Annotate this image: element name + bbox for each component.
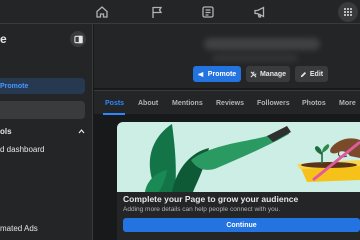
tab-about[interactable]: About [138, 91, 158, 115]
promote-button[interactable]: Promote [193, 66, 241, 82]
sidebar-page-title: e [0, 32, 7, 46]
tab-mentions[interactable]: Mentions [172, 91, 203, 115]
card-subtitle: Adding more details can help people conn… [123, 206, 281, 213]
tools-icon [250, 71, 257, 77]
promote-button-label: Promote [207, 70, 237, 78]
banner-illustration [117, 122, 360, 192]
menu-grid-icon[interactable] [338, 2, 358, 22]
redacted-page-subtitle [212, 54, 298, 62]
megaphone-icon[interactable] [253, 5, 267, 19]
home-icon[interactable] [95, 5, 109, 19]
page-header: Promote Manage Edit [94, 24, 360, 88]
left-sidebar: e Promote ols d dashboard mated Ads [0, 24, 93, 240]
pages-feed-icon[interactable] [201, 5, 215, 19]
page-tabs: Posts About Mentions Reviews Followers P… [94, 90, 360, 115]
sidebar-item-selected[interactable] [0, 101, 85, 119]
tab-more[interactable]: More [339, 91, 356, 115]
top-navigation-bar [0, 0, 360, 24]
megaphone-icon [198, 71, 204, 77]
page-main-content: Promote Manage Edit Posts About Mentions… [94, 24, 360, 240]
complete-page-card: Complete your Page to grow your audience… [117, 122, 360, 240]
active-tab-indicator [103, 113, 125, 115]
continue-button[interactable]: Continue [123, 218, 360, 232]
redacted-page-name [204, 38, 320, 50]
tab-posts[interactable]: Posts [105, 91, 124, 115]
edit-button-label: Edit [309, 70, 324, 78]
manage-button-label: Manage [259, 70, 287, 78]
tab-followers[interactable]: Followers [257, 91, 290, 115]
sidebar-item-automated-ads[interactable]: mated Ads [0, 224, 38, 233]
tab-photos[interactable]: Photos [302, 91, 326, 115]
manage-button[interactable]: Manage [246, 66, 290, 82]
continue-button-label: Continue [226, 221, 257, 229]
pencil-icon [300, 71, 306, 77]
sidebar-promote-button[interactable]: Promote [0, 78, 85, 94]
sidebar-promote-label: Promote [0, 82, 29, 90]
tab-reviews[interactable]: Reviews [216, 91, 244, 115]
flag-icon[interactable] [150, 5, 164, 19]
sidebar-collapse-icon[interactable] [70, 31, 86, 47]
card-title: Complete your Page to grow your audience [123, 194, 299, 204]
sidebar-tools-heading: ols [0, 127, 12, 136]
sidebar-item-dashboard[interactable]: d dashboard [0, 145, 44, 154]
edit-button[interactable]: Edit [295, 66, 328, 82]
chevron-up-icon[interactable] [78, 128, 85, 135]
